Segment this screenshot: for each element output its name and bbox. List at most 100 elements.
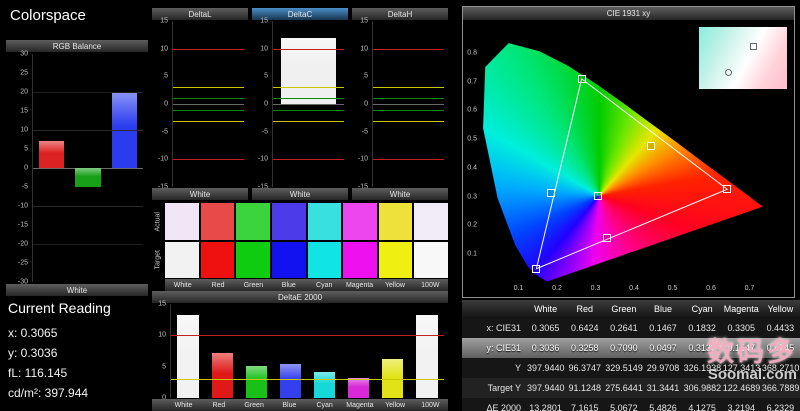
swatch-column-label: Blue [281,281,296,289]
table-cell: 329.5149 [604,358,644,378]
y-axis-tick: 0 [24,164,28,172]
cie-mini-thumbnail [699,27,787,89]
swatch-actual-red [200,203,235,240]
x-axis-tick: 0.2 [552,285,562,292]
bar-cyan [313,372,336,398]
delta-c-y-axis: 15 10 5 0 -5 -10 -15 [252,17,270,191]
table-cell: 91.1248 [565,378,605,398]
table-cell: 7.1615 [565,398,605,411]
current-reading-heading: Current Reading [8,300,111,316]
bar-white [177,314,199,398]
bar-100w [416,314,438,398]
reference-line [173,120,244,122]
delta-h-y-axis: 15 10 5 0 -5 -10 -15 [352,17,370,191]
y-axis-tick: 15 [160,17,168,25]
y-axis-tick: 10 [160,45,168,53]
table-cell: 31.3441 [643,378,683,398]
reference-line [373,109,444,111]
swatch-actual-100w [414,203,448,240]
y-axis-tick: 0 [164,100,168,108]
table-cell: 0.3258 [565,338,605,358]
swatch-actual-white [165,203,199,240]
x-axis-label: Yellow [385,401,406,409]
swatch-target-blue [271,241,306,278]
y-axis-tick: -15 [17,221,28,229]
mini-square-marker [750,43,758,51]
swatch-column-label: Cyan [316,281,333,289]
table-header-row: White Red Green Blue Cyan Magenta Yellow [462,300,800,318]
table-column-header: Red [565,300,605,318]
table-cell: 96.3747 [565,358,605,378]
delta-l-plot [172,21,244,187]
cie-point-white [594,191,602,200]
reference-line [33,91,143,93]
bar-green [245,366,267,398]
x-axis-label: 100W [421,401,440,409]
y-axis-tick: 15 [260,17,268,25]
y-axis-tick: 0.3 [467,193,477,201]
current-reading-line: fL: 116.145 [8,366,68,380]
table-row-label: ΔE 2000 [462,398,526,411]
x-axis-label: Red [212,401,226,409]
y-axis-tick: 10 [158,331,166,339]
table-cell: 0.1832 [682,318,722,338]
swatch-column-label: Yellow [384,281,405,289]
table-cell: 0.7090 [604,338,644,358]
table-cell: 0.3036 [526,338,566,358]
swatch-row-label-actual: Actual [154,212,162,232]
reference-line [373,87,444,89]
swatch-target-green [236,241,270,278]
reference-line [373,159,444,161]
delta-e-plot [170,304,444,398]
y-axis-tick: 0 [364,100,368,108]
table-row--e-2000[interactable]: ΔE 2000 13.2801 7.1615 5.0672 5.4826 4.1275 3.… [462,398,800,411]
table-row-y[interactable]: Y 397.9440 96.3747 329.5149 29.9708 326.1938 1… [462,358,800,378]
swatch-target-yellow [378,241,413,278]
x-axis-label: Blue [282,401,297,409]
table-cell: 0.3130 [682,338,722,358]
y-axis-tick: -20 [17,240,28,248]
swatch-target-white [165,241,199,278]
y-axis-tick: 0.7 [467,78,477,86]
table-row-y-cie31[interactable]: y: CIE31 0.3036 0.3258 0.7090 0.0497 0.3130 0.… [462,338,800,358]
current-reading-line: x: 0.3065 [8,326,58,340]
delta-l-x-label: White [152,188,248,200]
zero-line [173,104,244,105]
cie-title: CIE 1931 xy [463,7,794,20]
current-reading: Current Reading x: 0.3065 y: 0.3036 fL: 11… [8,300,111,403]
delta-e-y-axis: 15 10 5 0 [152,301,168,402]
table-column-header: Cyan [682,300,722,318]
table-row-label: y: CIE31 [462,338,526,358]
table-cell: 127.3413 [721,358,761,378]
y-axis-tick: 15 [360,17,368,25]
y-axis-tick: 25 [20,69,28,77]
current-reading-line: cd/m²: 397.944 [8,386,89,400]
y-axis-tick: -5 [161,128,168,136]
reference-line [171,335,444,337]
bar-blue [279,363,301,398]
bar-magenta [348,377,370,398]
table-row-x-cie31[interactable]: x: CIE31 0.3065 0.6424 0.2641 0.1467 0.1832 0.… [462,318,800,338]
cie-point-yellow [646,142,655,151]
swatch-target-100w [414,241,448,278]
color-swatch-grid: Actual Target White Red Green Blue Cyan Magent… [152,203,448,291]
rgb-balance-chart: RGB Balance 30 25 20 15 10 5 0 -5 -10 -15 -20 -25 -3… [6,40,148,296]
y-axis-tick: 5 [364,72,368,80]
reference-line [273,98,344,100]
reference-line [33,205,143,207]
swatch-row-label-target: Target [154,249,162,269]
x-axis-tick: 0.4 [629,285,639,292]
table-cell: 306.9882 [682,378,722,398]
table-row-target-y[interactable]: Target Y 397.9440 91.1248 275.6441 31.3441 30… [462,378,800,398]
reference-line [273,120,344,122]
y-axis-tick: 5 [264,72,268,80]
reference-line [373,48,444,50]
y-axis-tick: 15 [20,107,28,115]
delta-e-2000-chart: DeltaE 2000 15 10 5 0 White Red Green Blue Cyan… [152,291,448,411]
reference-line [373,120,444,122]
table-column-header: Magenta [721,300,761,318]
swatch-column-labels: White Red Green Blue Cyan Magenta Yellow 100W [165,279,448,291]
swatch-cells [165,203,448,278]
y-axis-tick: 10 [260,45,268,53]
table-cell: 0.2641 [604,318,644,338]
